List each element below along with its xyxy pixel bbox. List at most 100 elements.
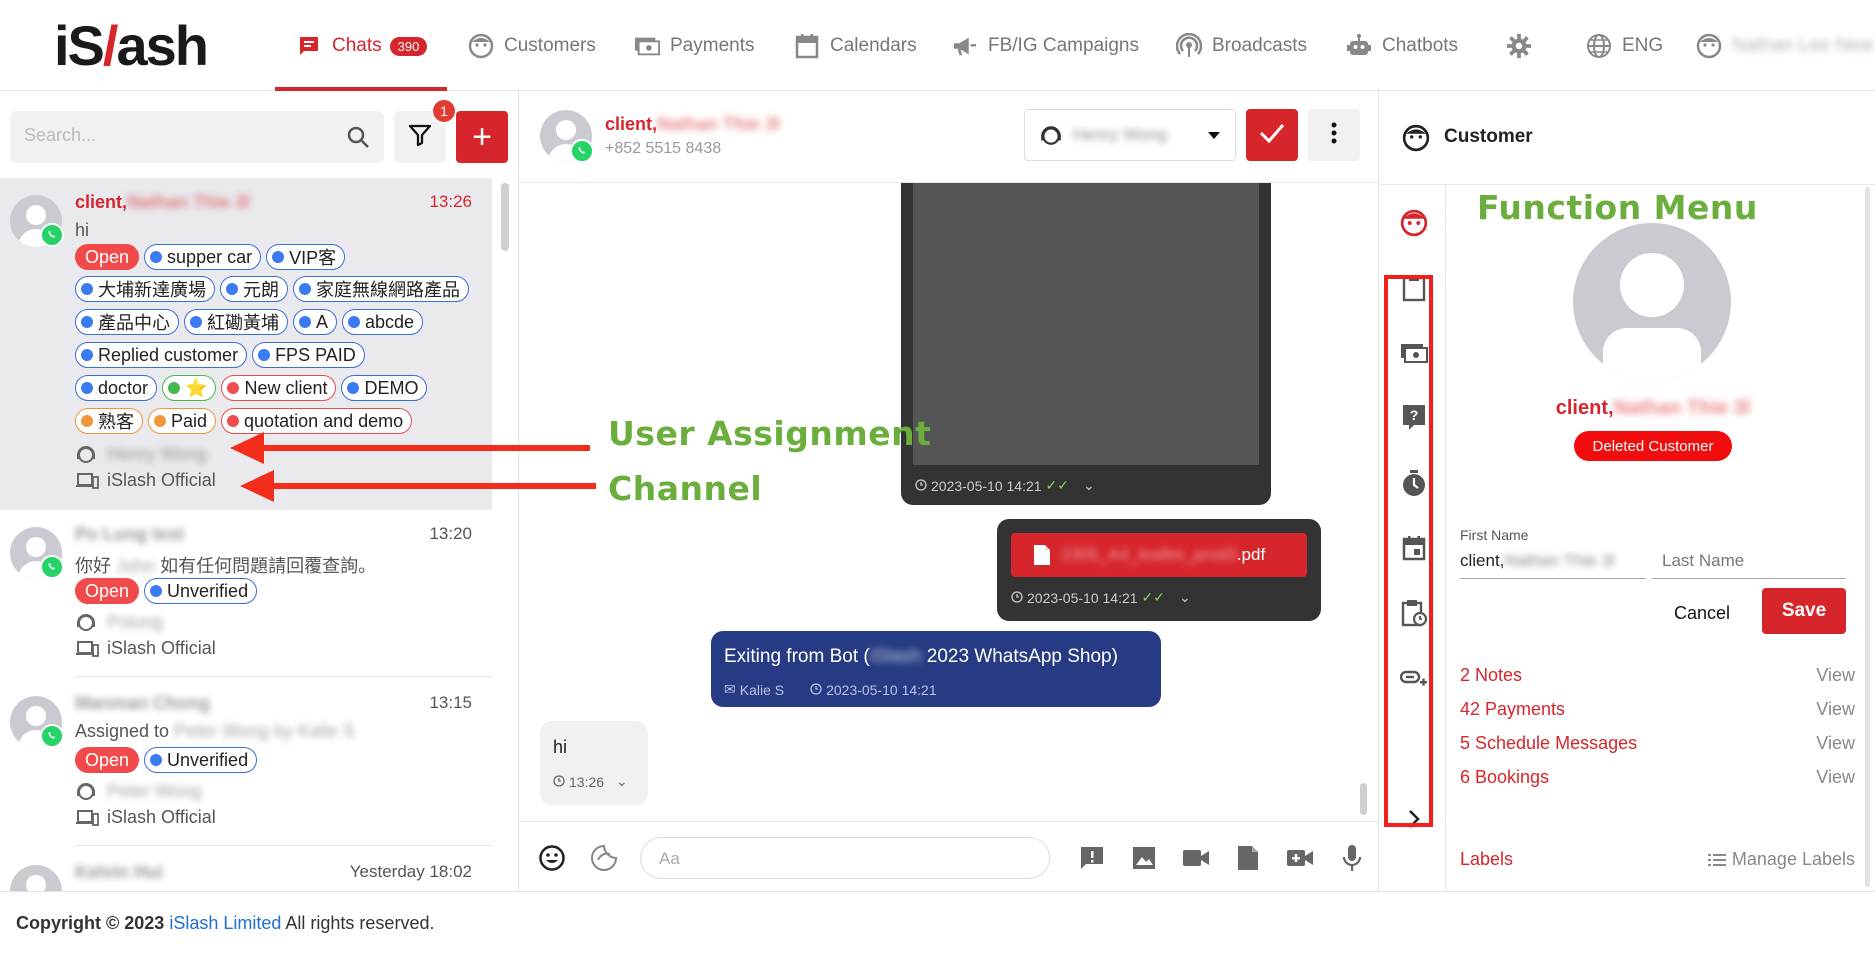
globe-icon (1586, 33, 1612, 59)
nav-calendars[interactable]: Calendars (794, 30, 917, 62)
nav-payments-label: Payments (670, 35, 755, 56)
tag-chip[interactable]: abcde (342, 309, 424, 335)
view-bookings-link[interactable]: View (1816, 767, 1855, 788)
tag-chip[interactable]: supper car (144, 244, 262, 270)
tag-chip[interactable]: Unverified (144, 747, 258, 773)
more-options-button[interactable] (1308, 109, 1360, 161)
tag-chip[interactable]: New client (221, 375, 337, 401)
view-notes-link[interactable]: View (1816, 665, 1855, 686)
chat-list-item[interactable]: Kelvin Hui Yesterday 18:02 (0, 848, 492, 891)
tag-chip[interactable]: 產品中心 (75, 309, 179, 335)
microphone-icon[interactable] (1338, 844, 1366, 872)
conversation-header: client,Nathan Thie 3l +852 5515 8438 Hen… (520, 91, 1379, 183)
tag-chip[interactable]: 家庭無線網路產品 (293, 276, 469, 302)
last-name-input[interactable]: Last Name (1652, 551, 1846, 579)
message-image[interactable] (913, 183, 1259, 465)
nav-user-menu[interactable]: Nathan Lee New (1696, 30, 1874, 62)
chat-list-item[interactable]: Po Lung test 13:20 你好 John 如有任何問題請回覆查詢。 … (0, 510, 492, 678)
nav-settings[interactable] (1506, 30, 1542, 62)
company-link[interactable]: iSlash Limited (169, 913, 281, 933)
chat-last-message: hi (75, 220, 90, 240)
incoming-message[interactable]: hi 13:26 ⌄ (540, 721, 648, 805)
tag-chip[interactable]: Unverified (144, 578, 258, 604)
manage-labels-link[interactable]: Manage Labels (1707, 849, 1855, 870)
tag-chip[interactable]: doctor (75, 375, 158, 401)
image-icon[interactable] (1130, 844, 1158, 872)
double-check-icon: ✓✓ (1141, 589, 1166, 605)
first-name-input[interactable]: client,Nathan Thie 3l (1460, 551, 1646, 579)
customer-profile-icon[interactable] (1400, 209, 1428, 237)
nav-language[interactable]: ENG (1586, 30, 1663, 62)
tag-chip[interactable]: quotation and demo (221, 408, 413, 434)
tag-chip[interactable]: 熟客 (75, 408, 143, 434)
chat-list-item[interactable]: Manman Chong 13:15 Assigned to Peter Won… (0, 679, 492, 847)
sticker-icon[interactable] (590, 844, 618, 872)
save-button[interactable]: Save (1762, 588, 1846, 634)
chevron-down-icon[interactable]: ⌄ (1179, 589, 1191, 606)
tag-chip[interactable]: 大埔新達廣場 (75, 276, 215, 302)
chevron-down-icon[interactable]: ⌄ (616, 773, 628, 790)
whatsapp-icon (570, 139, 594, 163)
chat-assignee: Henry Wong (75, 443, 207, 465)
chat-list-scrollbar[interactable] (501, 183, 509, 251)
nav-calendars-label: Calendars (830, 35, 917, 56)
robot-icon (1346, 33, 1372, 59)
nav-chatbots[interactable]: Chatbots (1346, 30, 1458, 62)
tag-chip[interactable]: ⭐ (162, 375, 217, 401)
video-icon[interactable] (1182, 844, 1210, 872)
nav-broadcasts[interactable]: Broadcasts (1176, 30, 1307, 62)
video-call-icon[interactable] (1286, 844, 1314, 872)
payments-link[interactable]: 42 Payments (1460, 699, 1565, 720)
outgoing-file-message[interactable]: 2305_A4_leaflet_prod3 .pdf 2023-05-10 14:… (997, 519, 1321, 621)
cancel-button[interactable]: Cancel (1666, 593, 1738, 633)
search-icon[interactable] (346, 125, 370, 154)
new-chat-button[interactable]: + (456, 111, 508, 163)
emoji-icon[interactable] (538, 844, 566, 872)
chat-search-input[interactable]: Search... (10, 111, 384, 163)
quick-reply-icon[interactable] (1078, 844, 1106, 872)
tag-row: 大埔新達廣場 元朗 家庭無線網路產品 (75, 276, 469, 302)
tag-row: 產品中心 紅磡黃埔 A abcde (75, 309, 424, 335)
chat-contact-name: client,Nathan Thie 3l (75, 192, 251, 212)
islash-logo[interactable]: iS/ash (54, 18, 209, 74)
tag-chip[interactable]: FPS PAID (252, 342, 365, 368)
customer-panel-scrollbar[interactable] (1865, 187, 1870, 887)
tag-chip[interactable]: Paid (148, 408, 217, 434)
nav-chats[interactable]: Chats 390 (296, 30, 428, 62)
assignee-dropdown[interactable]: Henry Wong (1024, 109, 1236, 161)
clock-icon (1011, 590, 1023, 606)
resolve-chat-button[interactable] (1246, 109, 1298, 161)
agent-headset-icon (75, 443, 99, 465)
pdf-download-button[interactable]: 2305_A4_leaflet_prod3 .pdf (1011, 533, 1307, 577)
view-schedule-messages-link[interactable]: View (1816, 733, 1855, 754)
rights-text: All rights reserved. (285, 913, 435, 933)
tag-chip[interactable]: 紅磡黃埔 (184, 309, 288, 335)
bookings-link[interactable]: 6 Bookings (1460, 767, 1549, 788)
nav-payments[interactable]: Payments (634, 30, 754, 62)
document-icon[interactable] (1234, 844, 1262, 872)
tag-chip[interactable]: 元朗 (220, 276, 288, 302)
nav-campaigns[interactable]: FB/IG Campaigns (952, 30, 1139, 62)
view-payments-link[interactable]: View (1816, 699, 1855, 720)
tag-chip[interactable]: VIP客 (266, 244, 346, 270)
outgoing-image-message[interactable]: 2023-05-10 14:21 ✓✓ ⌄ (901, 183, 1271, 505)
notes-link[interactable]: 2 Notes (1460, 665, 1522, 686)
nav-customers[interactable]: Customers (468, 30, 596, 62)
tag-chip[interactable]: DEMO (341, 375, 428, 401)
clock-icon (915, 478, 927, 494)
tag-chip[interactable]: A (293, 309, 338, 335)
chevron-down-icon[interactable]: ⌄ (1083, 477, 1095, 494)
conversation-scrollbar[interactable] (1360, 783, 1367, 815)
schedule-messages-link[interactable]: 5 Schedule Messages (1460, 733, 1637, 754)
agent-headset-icon (1039, 123, 1063, 147)
tag-chip[interactable]: Replied customer (75, 342, 248, 368)
message-input[interactable]: Aa (640, 837, 1050, 879)
chat-bubble-icon (296, 33, 322, 59)
nav-campaigns-label: FB/IG Campaigns (988, 35, 1139, 56)
channel-annotation: Channel (608, 469, 763, 508)
deleted-customer-badge: Deleted Customer (1574, 431, 1732, 461)
chat-channel: iSlash Official (75, 807, 216, 828)
device-channel-icon (75, 639, 99, 659)
function-menu: ? (1380, 185, 1446, 891)
payments-icon (634, 33, 660, 59)
